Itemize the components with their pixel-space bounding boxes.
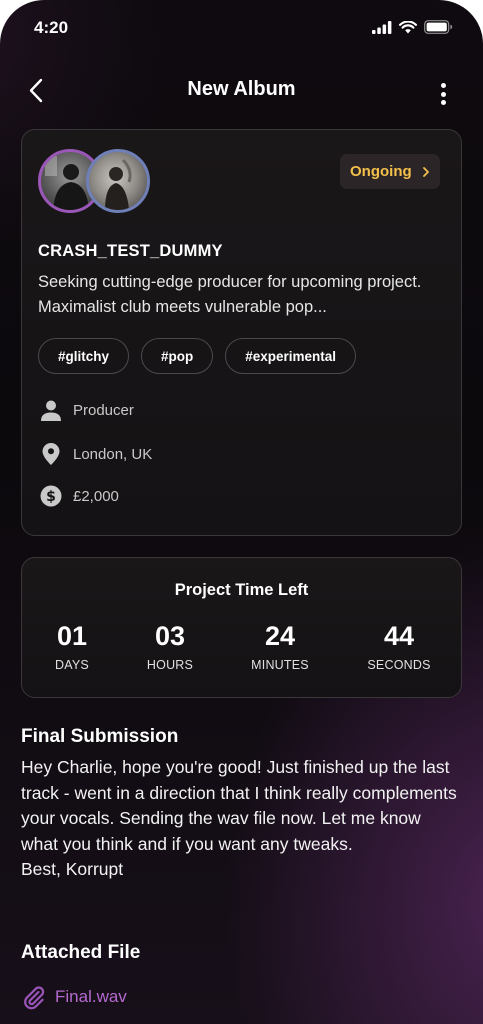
countdown-label: MINUTES: [251, 658, 309, 672]
location-row: London, UK: [39, 442, 152, 466]
status-label: Ongoing: [350, 163, 412, 180]
signal-icon: [372, 20, 392, 34]
countdown-hours: 03 HOURS: [134, 620, 206, 672]
project-description: Seeking cutting-edge producer for upcomi…: [38, 273, 422, 316]
tag-chip[interactable]: #glitchy: [38, 338, 130, 374]
phone-screen: 4:20 New Album Ongoing CRASH_TEST_DUMMY …: [0, 0, 483, 1024]
countdown-seconds: 44 SECONDS: [354, 620, 444, 672]
dollar-icon: $: [39, 484, 63, 508]
countdown-label: SECONDS: [367, 658, 431, 672]
username: CRASH_TEST_DUMMY: [38, 242, 223, 260]
tag-chip[interactable]: #pop: [141, 338, 214, 374]
countdown-value: 24: [264, 621, 296, 651]
budget-text: £2,000: [73, 487, 119, 505]
status-icons: [372, 20, 453, 34]
chevron-right-icon: [422, 166, 429, 177]
countdown-value: 03: [154, 621, 186, 651]
avatar-group: [38, 149, 158, 213]
person-photo-icon: [105, 158, 132, 210]
status-badge[interactable]: Ongoing: [340, 154, 440, 189]
wifi-icon: [399, 20, 417, 33]
project-card[interactable]: Ongoing CRASH_TEST_DUMMY Seeking cutting…: [21, 129, 462, 536]
countdown-value: 01: [56, 621, 88, 651]
more-options-button[interactable]: [433, 80, 453, 108]
paperclip-icon: [24, 986, 45, 1010]
submission-title: Final Submission: [21, 726, 179, 747]
battery-icon: [424, 20, 453, 34]
attached-file-name: Final.wav: [55, 987, 127, 1006]
tag-chip[interactable]: #experimental: [225, 338, 357, 374]
budget-row: $ £2,000: [39, 484, 119, 508]
attachment-title: Attached File: [21, 942, 141, 963]
countdown-value: 44: [383, 621, 415, 651]
countdown-label: HOURS: [146, 658, 194, 672]
tag-list: #glitchy #pop #experimental: [38, 338, 357, 374]
countdown-title: Project Time Left: [174, 581, 309, 599]
countdown-label: DAYS: [55, 658, 89, 672]
location-pin-icon: [39, 442, 63, 466]
more-vertical-icon: [440, 83, 446, 88]
countdown-card: Project Time Left 01 DAYS 03 HOURS 24 MI…: [21, 557, 462, 698]
countdown-minutes: 24 MINUTES: [236, 620, 324, 672]
role-text: Producer: [73, 401, 134, 419]
status-time: 4:20: [34, 18, 69, 37]
svg-text:$: $: [46, 489, 56, 505]
location-text: London, UK: [73, 445, 153, 463]
page-title: New Album: [187, 78, 296, 100]
countdown-days: 01 DAYS: [40, 620, 104, 672]
attached-file-link[interactable]: Final.wav: [21, 984, 127, 1010]
submission-message: Hey Charlie, hope you're good! Just fini…: [21, 757, 457, 879]
person-icon: [39, 398, 63, 422]
role-row: Producer: [39, 398, 134, 422]
avatar[interactable]: [86, 149, 150, 213]
